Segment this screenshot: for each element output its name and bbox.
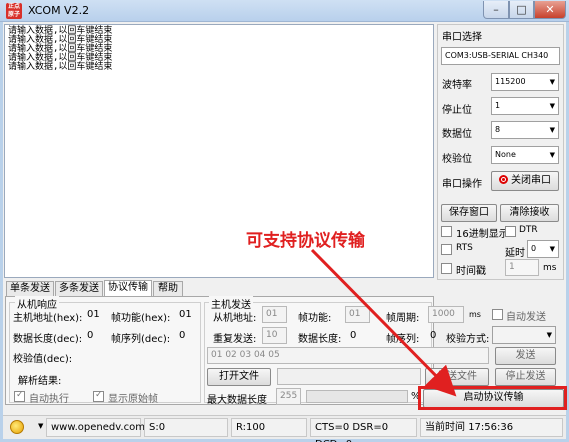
annotation-caption: 可支持协议传输 bbox=[246, 231, 365, 251]
annotation-highlight-box bbox=[418, 386, 567, 410]
annotation-arrow bbox=[310, 248, 457, 397]
